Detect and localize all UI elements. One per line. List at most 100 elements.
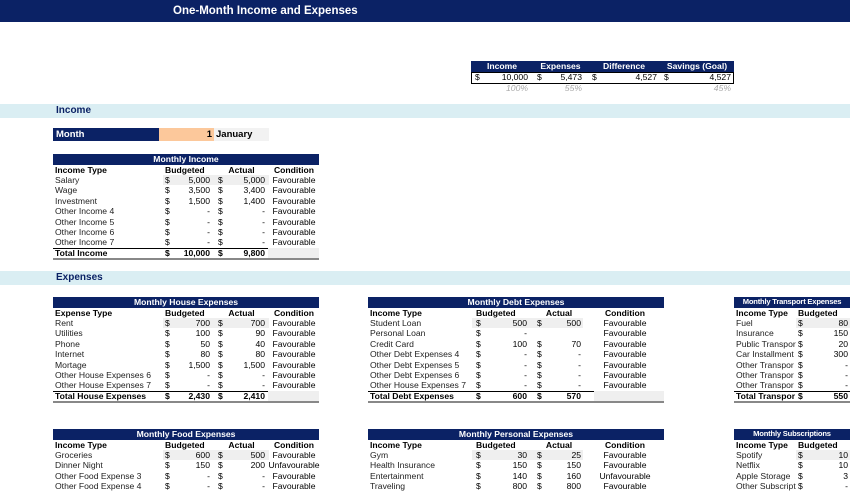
budgeted-value[interactable]: 500: [482, 318, 527, 328]
budgeted-value[interactable]: 800: [482, 481, 527, 491]
budgeted-value[interactable]: 150: [171, 460, 210, 470]
actual-value[interactable]: -: [224, 237, 265, 247]
actual-value[interactable]: 3,400: [224, 185, 265, 195]
month-label: Month: [56, 129, 85, 140]
actual-value[interactable]: -: [224, 217, 265, 227]
budgeted-value[interactable]: 1,500: [171, 360, 210, 370]
summary-header-expenses: Expenses: [540, 61, 581, 71]
budgeted-value[interactable]: 10: [804, 460, 848, 470]
budgeted-value[interactable]: -: [171, 206, 210, 216]
table-row: Other Income 7 $ - $ - Favourable: [53, 237, 319, 247]
actual-value[interactable]: 25: [543, 450, 581, 460]
actual-value[interactable]: 1,400: [224, 196, 265, 206]
budgeted-value[interactable]: -: [804, 370, 848, 380]
currency-symbol: $: [537, 390, 542, 401]
actual-value[interactable]: 160: [543, 471, 581, 481]
budgeted-value[interactable]: 80: [171, 349, 210, 359]
table-row: Apple Storage $3: [734, 471, 850, 481]
budgeted-value[interactable]: 100: [171, 328, 210, 338]
actual-value[interactable]: 200: [224, 460, 265, 470]
budgeted-value[interactable]: -: [171, 380, 210, 390]
budgeted-value[interactable]: 150: [804, 328, 848, 338]
actual-value[interactable]: 1,500: [224, 360, 265, 370]
budgeted-value[interactable]: -: [482, 349, 527, 359]
budgeted-value[interactable]: -: [171, 481, 210, 491]
budgeted-value[interactable]: -: [482, 380, 527, 390]
currency-symbol: $: [537, 317, 542, 328]
budgeted-value[interactable]: -: [482, 328, 527, 338]
actual-value[interactable]: 500: [543, 318, 581, 328]
table-row: Health Insurance $150 $150 Favourable: [368, 460, 664, 470]
actual-value[interactable]: -: [543, 380, 581, 390]
actual-value[interactable]: 40: [224, 339, 265, 349]
column-header-actual: Actual: [228, 439, 255, 450]
summary-header-savings: Savings (Goal): [666, 61, 728, 71]
condition-value: Favourable: [603, 328, 647, 339]
budgeted-value[interactable]: 50: [171, 339, 210, 349]
budgeted-value[interactable]: -: [171, 370, 210, 380]
budgeted-value[interactable]: 80: [804, 318, 848, 328]
row-type: Other Debt Expenses 5: [370, 359, 460, 370]
budgeted-value[interactable]: 300: [804, 349, 848, 359]
budgeted-value[interactable]: -: [482, 370, 527, 380]
row-type: Health Insurance: [370, 460, 435, 471]
actual-value[interactable]: -: [543, 370, 581, 380]
currency-symbol: $: [165, 226, 170, 237]
budgeted-value[interactable]: 150: [482, 460, 527, 470]
actual-value[interactable]: 80: [224, 349, 265, 359]
budgeted-value[interactable]: 10: [804, 450, 848, 460]
budgeted-value[interactable]: 30: [482, 450, 527, 460]
total-budgeted: 2,430: [188, 390, 210, 401]
budgeted-value[interactable]: 3,500: [171, 185, 210, 195]
budgeted-value[interactable]: -: [804, 481, 848, 491]
actual-value[interactable]: 800: [543, 481, 581, 491]
currency-symbol: $: [218, 247, 223, 258]
actual-value[interactable]: -: [224, 380, 265, 390]
budgeted-value[interactable]: -: [171, 227, 210, 237]
budgeted-value[interactable]: 3: [804, 471, 848, 481]
budgeted-value[interactable]: -: [171, 217, 210, 227]
budgeted-value[interactable]: -: [171, 237, 210, 247]
table-row: Traveling $800 $800 Favourable: [368, 481, 664, 491]
condition-value: Favourable: [272, 481, 316, 492]
currency-symbol: $: [165, 338, 170, 349]
budgeted-value[interactable]: 100: [482, 339, 527, 349]
column-header-condition: Condition: [273, 307, 315, 318]
actual-value[interactable]: -: [224, 206, 265, 216]
month-number-input[interactable]: 1: [159, 128, 214, 141]
actual-value[interactable]: 150: [543, 460, 581, 470]
budgeted-value[interactable]: -: [804, 380, 848, 390]
actual-value[interactable]: 500: [224, 450, 265, 460]
budgeted-value[interactable]: 700: [171, 318, 210, 328]
total-label: Total Debt Expenses: [370, 390, 454, 401]
actual-value[interactable]: 90: [224, 328, 265, 338]
actual-value[interactable]: -: [224, 370, 265, 380]
budgeted-value[interactable]: 20: [804, 339, 848, 349]
actual-value[interactable]: -: [224, 227, 265, 237]
row-type: Other Subscript: [736, 481, 796, 492]
budgeted-value[interactable]: -: [804, 360, 848, 370]
budgeted-value[interactable]: 140: [482, 471, 527, 481]
budgeted-value[interactable]: 5,000: [171, 175, 210, 185]
budgeted-value[interactable]: -: [171, 471, 210, 481]
actual-value[interactable]: 700: [224, 318, 265, 328]
currency-symbol: $: [798, 317, 803, 328]
actual-value[interactable]: -: [543, 349, 581, 359]
row-type: Public Transpor: [736, 338, 796, 349]
currency-symbol: $: [218, 185, 223, 196]
table-row: Phone $50 $40 Favourable: [53, 339, 319, 349]
actual-value[interactable]: 70: [543, 339, 581, 349]
budgeted-value[interactable]: 1,500: [171, 196, 210, 206]
expenses-section-title: Expenses: [56, 272, 103, 283]
total-actual: 9,800: [243, 247, 265, 258]
total-budgeted: 10,000: [183, 247, 210, 258]
currency-symbol: $: [165, 349, 170, 360]
budgeted-value[interactable]: 600: [171, 450, 210, 460]
actual-value[interactable]: -: [543, 360, 581, 370]
actual-value[interactable]: -: [224, 481, 265, 491]
row-type: Other Food Expense 4: [55, 481, 142, 492]
budgeted-value[interactable]: -: [482, 360, 527, 370]
actual-value[interactable]: 5,000: [224, 175, 265, 185]
actual-value[interactable]: -: [224, 471, 265, 481]
condition-value: Favourable: [603, 359, 647, 370]
